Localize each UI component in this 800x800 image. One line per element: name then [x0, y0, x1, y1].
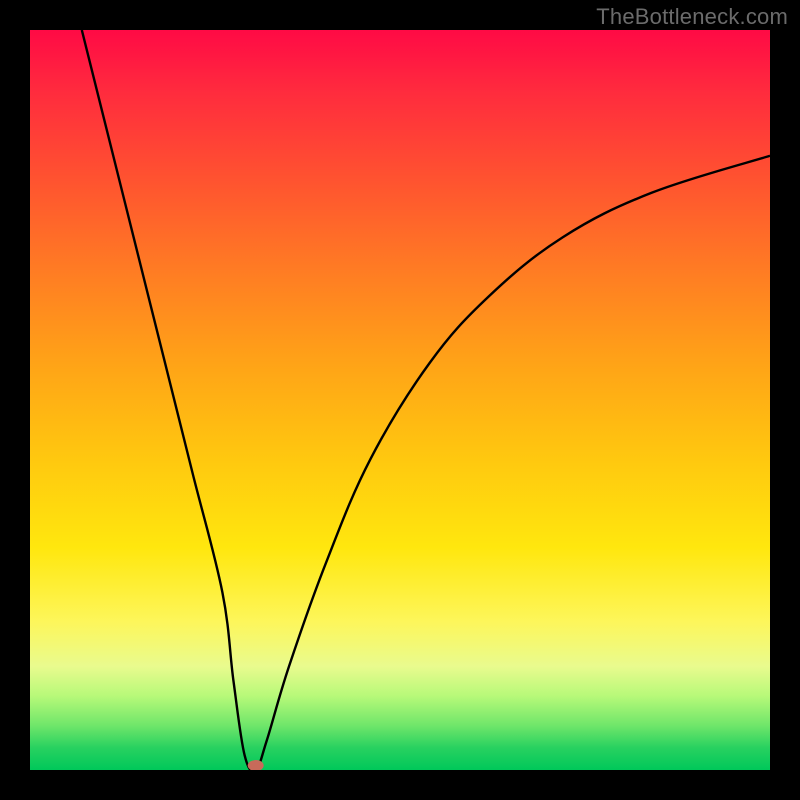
bottleneck-curve: [82, 30, 770, 770]
chart-svg: [30, 30, 770, 770]
chart-frame: TheBottleneck.com: [0, 0, 800, 800]
plot-area: [30, 30, 770, 770]
watermark-text: TheBottleneck.com: [596, 4, 788, 30]
